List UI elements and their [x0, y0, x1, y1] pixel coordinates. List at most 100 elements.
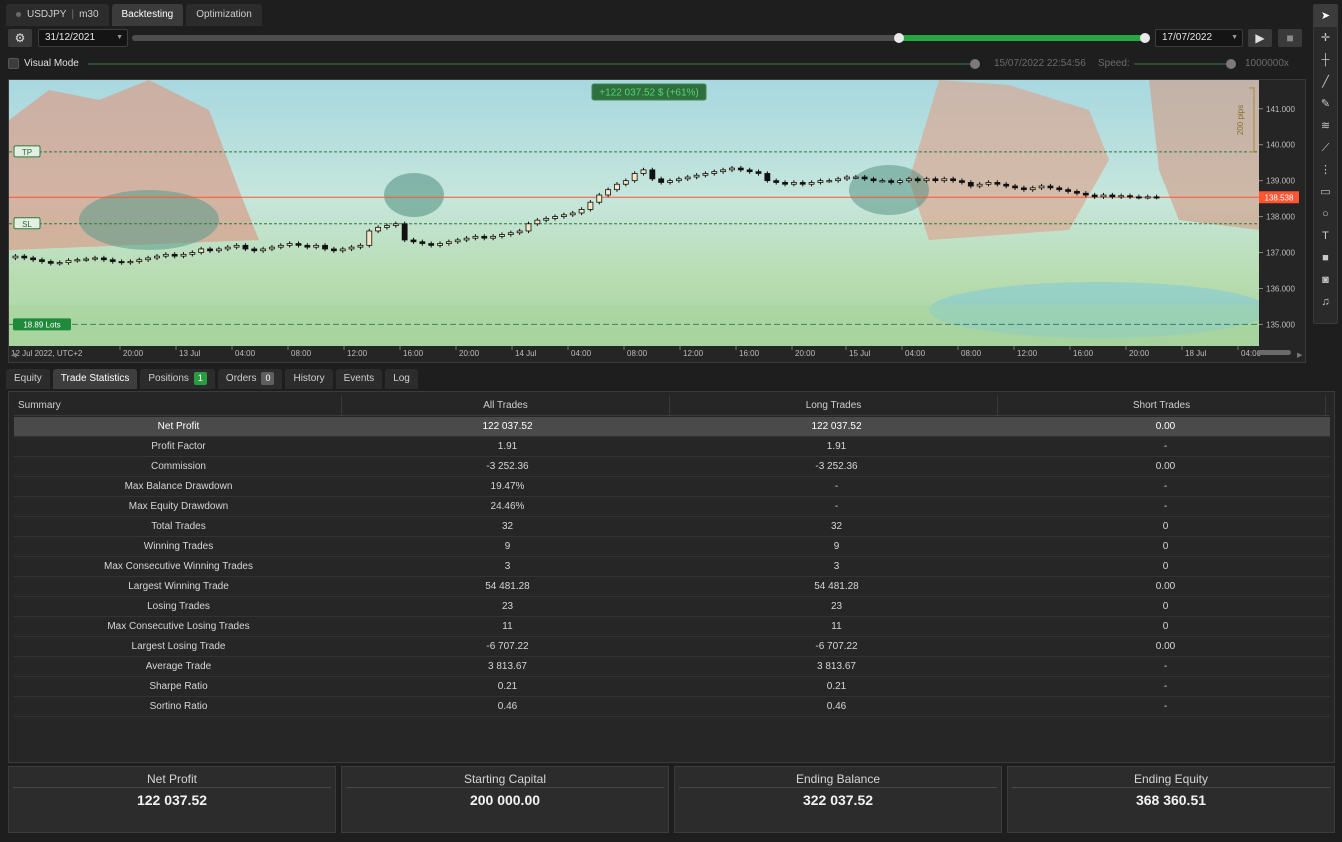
price-chart[interactable]: TP SL 18.89 Lots 141.000 140.000 139.000 138.… — [8, 79, 1306, 363]
table-row[interactable]: Sortino Ratio 0.46 0.46 - — [14, 697, 1330, 717]
play-button[interactable]: ▶ — [1248, 29, 1272, 47]
summary-value: 200 000.00 — [469, 792, 541, 808]
short-trades-cell: - — [1163, 701, 1168, 712]
table-row[interactable]: Max Consecutive Losing Trades 11 11 0 — [14, 617, 1330, 637]
tp-line-tag-text: TP — [22, 148, 32, 157]
scroll-left-icon[interactable]: ◀ — [11, 351, 17, 359]
stat-name-cell: Sortino Ratio — [149, 701, 208, 712]
all-trades-cell: 122 037.52 — [482, 421, 533, 432]
long-trades-cell: 54 481.28 — [814, 581, 859, 592]
pencil-icon[interactable]: ✎ — [1314, 93, 1337, 115]
time-tick-label: 16:00 — [1073, 349, 1094, 358]
all-trades-cell: 32 — [501, 521, 514, 532]
time-tick-label: 12:00 — [347, 349, 368, 358]
cursor-icon[interactable]: ➤ — [1314, 5, 1337, 27]
summary-card-starting-capital: Starting Capital 200 000.00 — [341, 766, 669, 833]
all-trades-cell: -6 707.22 — [486, 641, 529, 652]
all-trades-cell: 3 813.67 — [488, 661, 527, 672]
tree-shape — [384, 173, 444, 217]
end-date-field[interactable]: 17/07/2022 ▼ — [1155, 29, 1243, 47]
ray-icon[interactable]: ⟋ — [1314, 137, 1337, 159]
long-trades-cell: - — [834, 481, 839, 492]
long-trades-cell: 3 — [833, 561, 840, 572]
price-tick-label: 141.000 — [1266, 105, 1295, 114]
tab-trade-statistics[interactable]: Trade Statistics — [52, 369, 138, 389]
start-date-value: 31/12/2021 — [45, 32, 96, 43]
tab-events[interactable]: Events — [335, 369, 383, 389]
square-icon[interactable]: ■ — [1314, 247, 1337, 269]
summary-divider — [1012, 787, 1330, 788]
header-all-trades[interactable]: All Trades — [342, 396, 670, 416]
table-row[interactable]: Profit Factor 1.91 1.91 - — [14, 437, 1330, 457]
long-trades-cell: 1.91 — [826, 441, 847, 452]
tab-equity[interactable]: Equity — [6, 369, 50, 389]
range-start-handle[interactable] — [894, 33, 904, 43]
table-row[interactable]: Average Trade 3 813.67 3 813.67 - — [14, 657, 1330, 677]
summary-title: Ending Equity — [1133, 772, 1209, 786]
bell-icon[interactable]: ♫ — [1314, 291, 1337, 313]
play-icon: ▶ — [1255, 31, 1265, 45]
time-tick-label: 04:00 — [905, 349, 926, 358]
summary-title: Starting Capital — [463, 772, 547, 786]
table-row[interactable]: Max Consecutive Winning Trades 3 3 0 — [14, 557, 1330, 577]
cross-icon[interactable]: ┼ — [1314, 49, 1337, 71]
tab-orders[interactable]: Orders 0 — [217, 369, 283, 389]
tab-positions[interactable]: Positions 1 — [140, 369, 215, 389]
backtest-window: USDJPY | m30 Backtesting Optimization ⚙ 31… — [0, 0, 1342, 842]
short-trades-cell: 0 — [1162, 561, 1169, 572]
visual-mode-checkbox[interactable] — [8, 58, 19, 69]
grid-icon[interactable]: ⋮ — [1314, 159, 1337, 181]
table-row[interactable]: Net Profit 122 037.52 122 037.52 0.00 — [14, 417, 1330, 437]
short-trades-cell: 0 — [1162, 541, 1169, 552]
start-date-field[interactable]: 31/12/2021 ▼ — [38, 29, 128, 47]
text-icon[interactable]: T — [1314, 225, 1337, 247]
rect-icon[interactable]: ▭ — [1314, 181, 1337, 203]
tree-shape — [79, 190, 219, 250]
symbol-tab[interactable]: USDJPY | m30 — [6, 4, 109, 26]
short-trades-cell: 0 — [1162, 521, 1169, 532]
stat-name-cell: Max Consecutive Winning Trades — [104, 561, 253, 572]
table-row[interactable]: Sharpe Ratio 0.21 0.21 - — [14, 677, 1330, 697]
chart-scrollbar-thumb[interactable] — [1257, 350, 1291, 355]
header-summary[interactable]: Summary — [14, 396, 342, 416]
stop-button[interactable]: ■ — [1278, 29, 1302, 47]
time-tick-label: 12 Jul 2022, UTC+2 — [11, 349, 83, 358]
table-row[interactable]: Max Balance Drawdown 19.47% - - — [14, 477, 1330, 497]
price-tick-label: 139.000 — [1266, 177, 1295, 186]
range-end-handle[interactable] — [1140, 33, 1150, 43]
speed-track[interactable] — [1134, 63, 1230, 65]
speed-handle[interactable] — [1226, 59, 1236, 69]
table-row[interactable]: Commission -3 252.36 -3 252.36 0.00 — [14, 457, 1330, 477]
orders-count-badge: 0 — [261, 371, 275, 385]
crosshair-icon[interactable]: ✛ — [1314, 27, 1337, 49]
price-tick-label: 140.000 — [1266, 141, 1295, 150]
chart-canvas[interactable]: TP SL 18.89 Lots 141.000 140.000 139.000 138.… — [9, 80, 1305, 362]
table-row[interactable]: Losing Trades 23 23 0 — [14, 597, 1330, 617]
tab-backtesting[interactable]: Backtesting — [111, 4, 184, 26]
gear-icon: ⚙ — [14, 31, 26, 45]
price-tick-label: 137.000 — [1266, 249, 1295, 258]
tab-log[interactable]: Log — [385, 369, 418, 389]
speed-value: 1000000x — [1245, 58, 1289, 69]
table-row[interactable]: Largest Winning Trade 54 481.28 54 481.28 0… — [14, 577, 1330, 597]
camera-icon[interactable]: ◙ — [1314, 269, 1337, 291]
visual-progress-handle[interactable] — [970, 59, 980, 69]
settings-gear-button[interactable]: ⚙ — [8, 29, 32, 47]
stats-table-header: Summary All Trades Long Trades Short Tra… — [14, 396, 1330, 416]
header-short-trades[interactable]: Short Trades — [998, 396, 1326, 416]
short-trades-cell: 0 — [1162, 601, 1169, 612]
ellipse-icon[interactable]: ○ — [1314, 203, 1337, 225]
scroll-right-icon[interactable]: ▶ — [1297, 351, 1303, 359]
line-icon[interactable]: ╱ — [1314, 71, 1337, 93]
long-trades-cell: 32 — [830, 521, 843, 532]
tab-optimization[interactable]: Optimization — [186, 4, 262, 26]
visual-progress-track[interactable] — [88, 63, 974, 65]
table-row[interactable]: Largest Losing Trade -6 707.22 -6 707.22 0.… — [14, 637, 1330, 657]
table-row[interactable]: Total Trades 32 32 0 — [14, 517, 1330, 537]
fib-icon[interactable]: ≋ — [1314, 115, 1337, 137]
tab-history[interactable]: History — [285, 369, 333, 389]
price-tick-label: 136.000 — [1266, 284, 1295, 293]
header-long-trades[interactable]: Long Trades — [670, 396, 998, 416]
table-row[interactable]: Winning Trades 9 9 0 — [14, 537, 1330, 557]
table-row[interactable]: Max Equity Drawdown 24.46% - - — [14, 497, 1330, 517]
